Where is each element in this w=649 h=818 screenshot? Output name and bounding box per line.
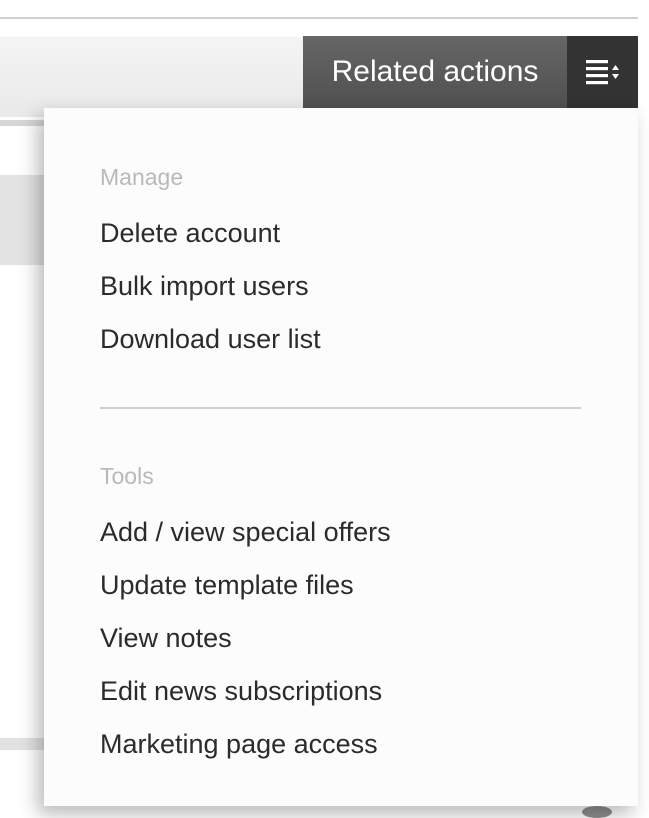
menu-item-download-user-list[interactable]: Download user list — [100, 324, 321, 355]
menu-item-update-template-files[interactable]: Update template files — [100, 570, 354, 601]
related-actions-label: Related actions — [303, 36, 567, 108]
list-dropdown-icon — [585, 60, 619, 85]
menu-item-marketing-page-access[interactable]: Marketing page access — [100, 729, 378, 760]
menu-item-view-notes[interactable]: View notes — [100, 623, 232, 654]
page-scroll-knob — [582, 806, 612, 818]
menu-item-bulk-import-users[interactable]: Bulk import users — [100, 271, 309, 302]
related-actions-button[interactable]: Related actions — [303, 36, 638, 108]
menu-item-edit-news-subscriptions[interactable]: Edit news subscriptions — [100, 676, 382, 707]
section-heading-tools: Tools — [100, 463, 154, 489]
section-heading-manage: Manage — [100, 164, 184, 190]
related-actions-toggle[interactable] — [567, 36, 638, 108]
menu-item-special-offers[interactable]: Add / view special offers — [100, 517, 391, 548]
page-header-band — [0, 37, 320, 117]
menu-item-delete-account[interactable]: Delete account — [100, 218, 280, 249]
related-actions-menu: Manage Delete account Bulk import users … — [44, 108, 638, 806]
menu-divider — [100, 407, 581, 409]
page-top-rule — [0, 17, 638, 19]
